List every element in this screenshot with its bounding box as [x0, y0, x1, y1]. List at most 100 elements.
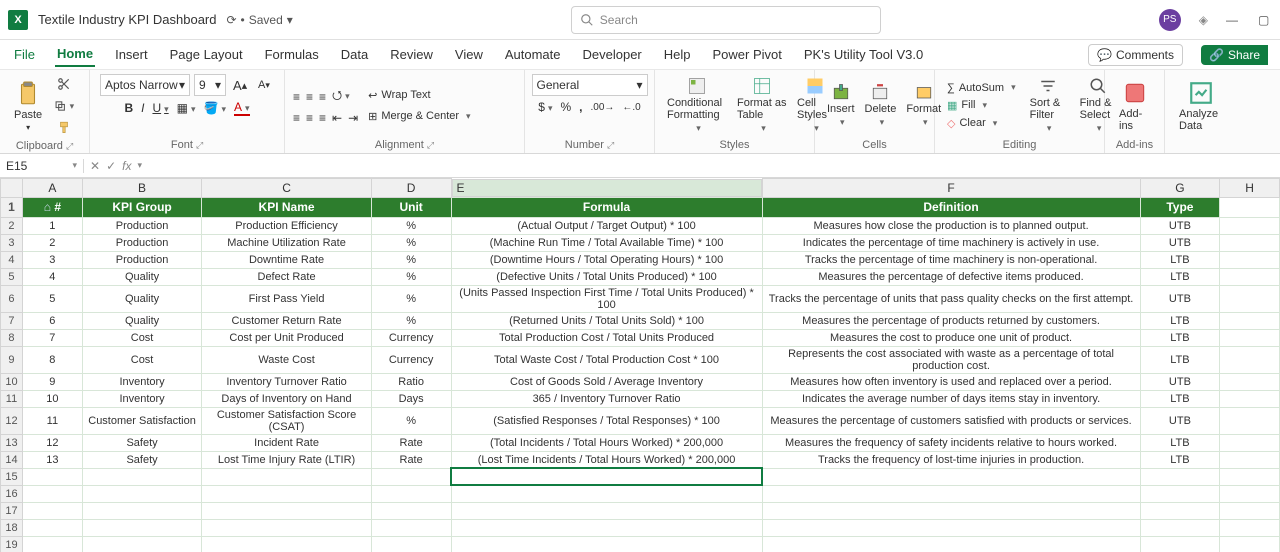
cell[interactable]: UTB [1140, 285, 1220, 312]
row-header[interactable]: 2 [1, 217, 23, 234]
cell[interactable]: % [371, 407, 451, 434]
cell[interactable] [1220, 485, 1280, 502]
cell[interactable]: 12 [22, 434, 82, 451]
cell[interactable]: Inventory [82, 390, 202, 407]
sort-filter-button[interactable]: Sort & Filter [1026, 75, 1070, 136]
cell[interactable]: (Actual Output / Target Output) * 100 [451, 217, 762, 234]
cell[interactable] [202, 485, 371, 502]
cell[interactable]: Measures the frequency of safety inciden… [762, 434, 1140, 451]
cell[interactable] [202, 536, 371, 552]
cell[interactable]: % [371, 251, 451, 268]
fill-color-button[interactable]: 🪣 [204, 101, 226, 115]
cell[interactable]: Production [82, 251, 202, 268]
cell[interactable]: Days of Inventory on Hand [202, 390, 371, 407]
delete-cells-button[interactable]: Delete [861, 81, 901, 130]
cell[interactable] [1220, 312, 1280, 329]
cell[interactable]: Represents the cost associated with wast… [762, 346, 1140, 373]
cell[interactable] [1220, 434, 1280, 451]
cell[interactable] [22, 502, 82, 519]
cell[interactable]: Measures the cost to produce one unit of… [762, 329, 1140, 346]
row-header[interactable]: 9 [1, 346, 23, 373]
cancel-formula-icon[interactable]: ✕ [90, 159, 100, 173]
insert-cells-button[interactable]: Insert [823, 81, 859, 130]
align-middle-button[interactable]: ≡ [306, 90, 313, 104]
maximize-button[interactable]: ▢ [1258, 13, 1272, 27]
cell[interactable] [1220, 251, 1280, 268]
cell[interactable] [22, 536, 82, 552]
cell[interactable] [451, 519, 762, 536]
cell[interactable]: UTB [1140, 234, 1220, 251]
cell[interactable] [1220, 346, 1280, 373]
cell[interactable] [1220, 373, 1280, 390]
cell[interactable]: Definition [762, 197, 1140, 217]
cell[interactable] [202, 502, 371, 519]
tab-help[interactable]: Help [662, 43, 693, 66]
cell[interactable]: 2 [22, 234, 82, 251]
cell[interactable]: Downtime Rate [202, 251, 371, 268]
cell[interactable]: Indicates the average number of days ite… [762, 390, 1140, 407]
font-size-select[interactable]: 9▾ [194, 74, 226, 96]
addins-button[interactable]: Add-ins [1113, 78, 1156, 134]
cell[interactable] [1220, 268, 1280, 285]
cell[interactable]: 3 [22, 251, 82, 268]
cell[interactable]: % [371, 312, 451, 329]
row-header[interactable]: 6 [1, 285, 23, 312]
cell[interactable]: Waste Cost [202, 346, 371, 373]
cell[interactable] [371, 502, 451, 519]
comma-format-button[interactable]: , [579, 100, 582, 114]
cell[interactable] [1220, 451, 1280, 468]
cell[interactable]: Measures how often inventory is used and… [762, 373, 1140, 390]
cell[interactable] [1220, 197, 1280, 217]
cell[interactable] [451, 536, 762, 552]
row-header[interactable]: 16 [1, 485, 23, 502]
cell[interactable]: Cost [82, 346, 202, 373]
cell[interactable]: Incident Rate [202, 434, 371, 451]
row-header[interactable]: 1 [1, 197, 23, 217]
cell[interactable]: KPI Name [202, 197, 371, 217]
cell[interactable] [202, 468, 371, 485]
cell[interactable]: KPI Group [82, 197, 202, 217]
row-header[interactable]: 7 [1, 312, 23, 329]
cell[interactable]: Customer Satisfaction [82, 407, 202, 434]
col-header-d[interactable]: D [371, 179, 451, 198]
row-header[interactable]: 8 [1, 329, 23, 346]
cell[interactable] [1220, 519, 1280, 536]
cell[interactable] [1220, 502, 1280, 519]
row-header[interactable]: 4 [1, 251, 23, 268]
tab-insert[interactable]: Insert [113, 43, 150, 66]
cell[interactable]: LTB [1140, 329, 1220, 346]
minimize-button[interactable]: — [1226, 13, 1240, 27]
cell[interactable]: Quality [82, 268, 202, 285]
cell[interactable]: Rate [371, 434, 451, 451]
cell[interactable] [371, 468, 451, 485]
cell[interactable]: % [371, 217, 451, 234]
col-header-b[interactable]: B [82, 179, 202, 198]
cell[interactable]: 11 [22, 407, 82, 434]
enter-formula-icon[interactable]: ✓ [106, 159, 116, 173]
conditional-formatting-button[interactable]: Conditional Formatting [663, 75, 731, 136]
cell[interactable]: 9 [22, 373, 82, 390]
tab-power-pivot[interactable]: Power Pivot [711, 43, 784, 66]
cell[interactable]: Customer Return Rate [202, 312, 371, 329]
cell[interactable] [1140, 468, 1220, 485]
cell[interactable] [1140, 502, 1220, 519]
cell[interactable]: LTB [1140, 451, 1220, 468]
decrease-decimal-button[interactable]: ←.0 [622, 102, 640, 113]
cell[interactable]: Measures the percentage of products retu… [762, 312, 1140, 329]
cell[interactable]: % [371, 285, 451, 312]
col-header-f[interactable]: F [762, 179, 1140, 198]
cell[interactable]: 7 [22, 329, 82, 346]
comments-button[interactable]: 💬 Comments [1088, 44, 1183, 66]
row-header[interactable]: 3 [1, 234, 23, 251]
tab-formulas[interactable]: Formulas [263, 43, 321, 66]
col-header-a[interactable]: A [22, 179, 82, 198]
cell[interactable]: LTB [1140, 268, 1220, 285]
cell[interactable]: (Satisfied Responses / Total Responses) … [451, 407, 762, 434]
cell[interactable]: Type [1140, 197, 1220, 217]
cell[interactable]: Days [371, 390, 451, 407]
paste-button[interactable]: Paste ▾ [8, 79, 48, 134]
cell[interactable] [451, 485, 762, 502]
cell[interactable]: Measures the percentage of customers sat… [762, 407, 1140, 434]
row-header[interactable]: 12 [1, 407, 23, 434]
row-header[interactable]: 19 [1, 536, 23, 552]
